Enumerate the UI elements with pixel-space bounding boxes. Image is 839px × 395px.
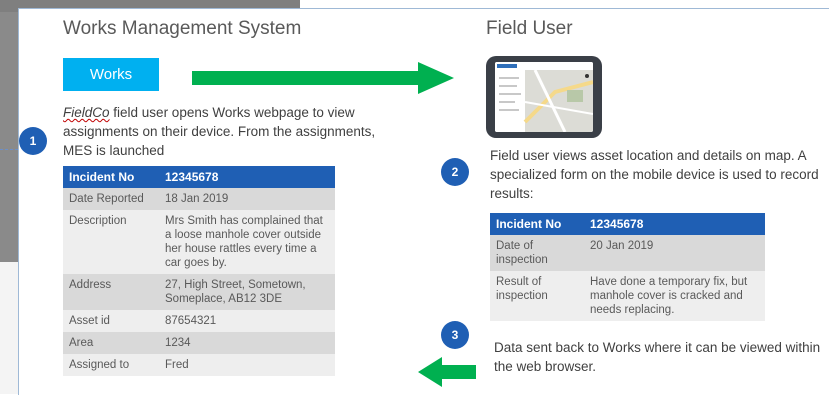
step-1-circle: 1 xyxy=(19,127,47,155)
left-arrow-icon xyxy=(418,357,476,387)
row-value: Mrs Smith has complained that a loose ma… xyxy=(159,210,335,274)
row-value: 87654321 xyxy=(159,310,335,332)
row-key: Description xyxy=(63,210,159,274)
works-button[interactable]: Works xyxy=(63,58,159,91)
header-value: 12345678 xyxy=(584,213,765,235)
header-value: 12345678 xyxy=(159,166,335,188)
row-key: Asset id xyxy=(63,310,159,332)
header-label: Incident No xyxy=(490,213,584,235)
tablet-device-icon xyxy=(486,56,602,138)
row-key: Area xyxy=(63,332,159,354)
row-key: Assigned to xyxy=(63,354,159,376)
table-row: Date of inspection 20 Jan 2019 xyxy=(490,235,765,271)
table-row: Result of inspection Have done a tempora… xyxy=(490,271,765,321)
incident-table: Incident No 12345678 Date Reported 18 Ja… xyxy=(63,166,335,376)
row-value: 27, High Street, Sometown, Someplace, AB… xyxy=(159,274,335,310)
table-row: Asset id 87654321 xyxy=(63,310,335,332)
row-value: 20 Jan 2019 xyxy=(584,235,765,271)
step-3-circle: 3 xyxy=(441,321,469,349)
table-row: Address 27, High Street, Sometown, Somep… xyxy=(63,274,335,310)
row-value: Fred xyxy=(159,354,335,376)
row-key: Address xyxy=(63,274,159,310)
inspection-table-header: Incident No 12345678 xyxy=(490,213,765,235)
step-3-text: Data sent back to Works where it can be … xyxy=(494,340,821,374)
dashed-connector xyxy=(0,149,18,150)
row-key: Result of inspection xyxy=(490,271,584,321)
step-2-text: Field user views asset location and deta… xyxy=(490,148,819,201)
row-value: Have done a temporary fix, but manhole c… xyxy=(584,271,765,321)
row-value: 18 Jan 2019 xyxy=(159,188,335,210)
table-row: Date Reported 18 Jan 2019 xyxy=(63,188,335,210)
row-key: Date of inspection xyxy=(490,235,584,271)
inspection-table: Incident No 12345678 Date of inspection … xyxy=(490,213,765,321)
table-row: Area 1234 xyxy=(63,332,335,354)
fieldco-name: FieldCo xyxy=(63,105,110,120)
header-label: Incident No xyxy=(63,166,159,188)
left-title: Works Management System xyxy=(63,18,302,39)
incident-table-header: Incident No 12345678 xyxy=(63,166,335,188)
step-1-description: field user opens Works webpage to view a… xyxy=(63,105,376,158)
row-key: Date Reported xyxy=(63,188,159,210)
map-screen xyxy=(495,62,593,132)
right-arrow-icon xyxy=(192,62,454,94)
table-row: Description Mrs Smith has complained tha… xyxy=(63,210,335,274)
step-2-circle: 2 xyxy=(441,158,469,186)
step-1-text: FieldCo field user opens Works webpage t… xyxy=(63,103,403,160)
right-title: Field User xyxy=(486,18,573,39)
row-value: 1234 xyxy=(159,332,335,354)
table-row: Assigned to Fred xyxy=(63,354,335,376)
